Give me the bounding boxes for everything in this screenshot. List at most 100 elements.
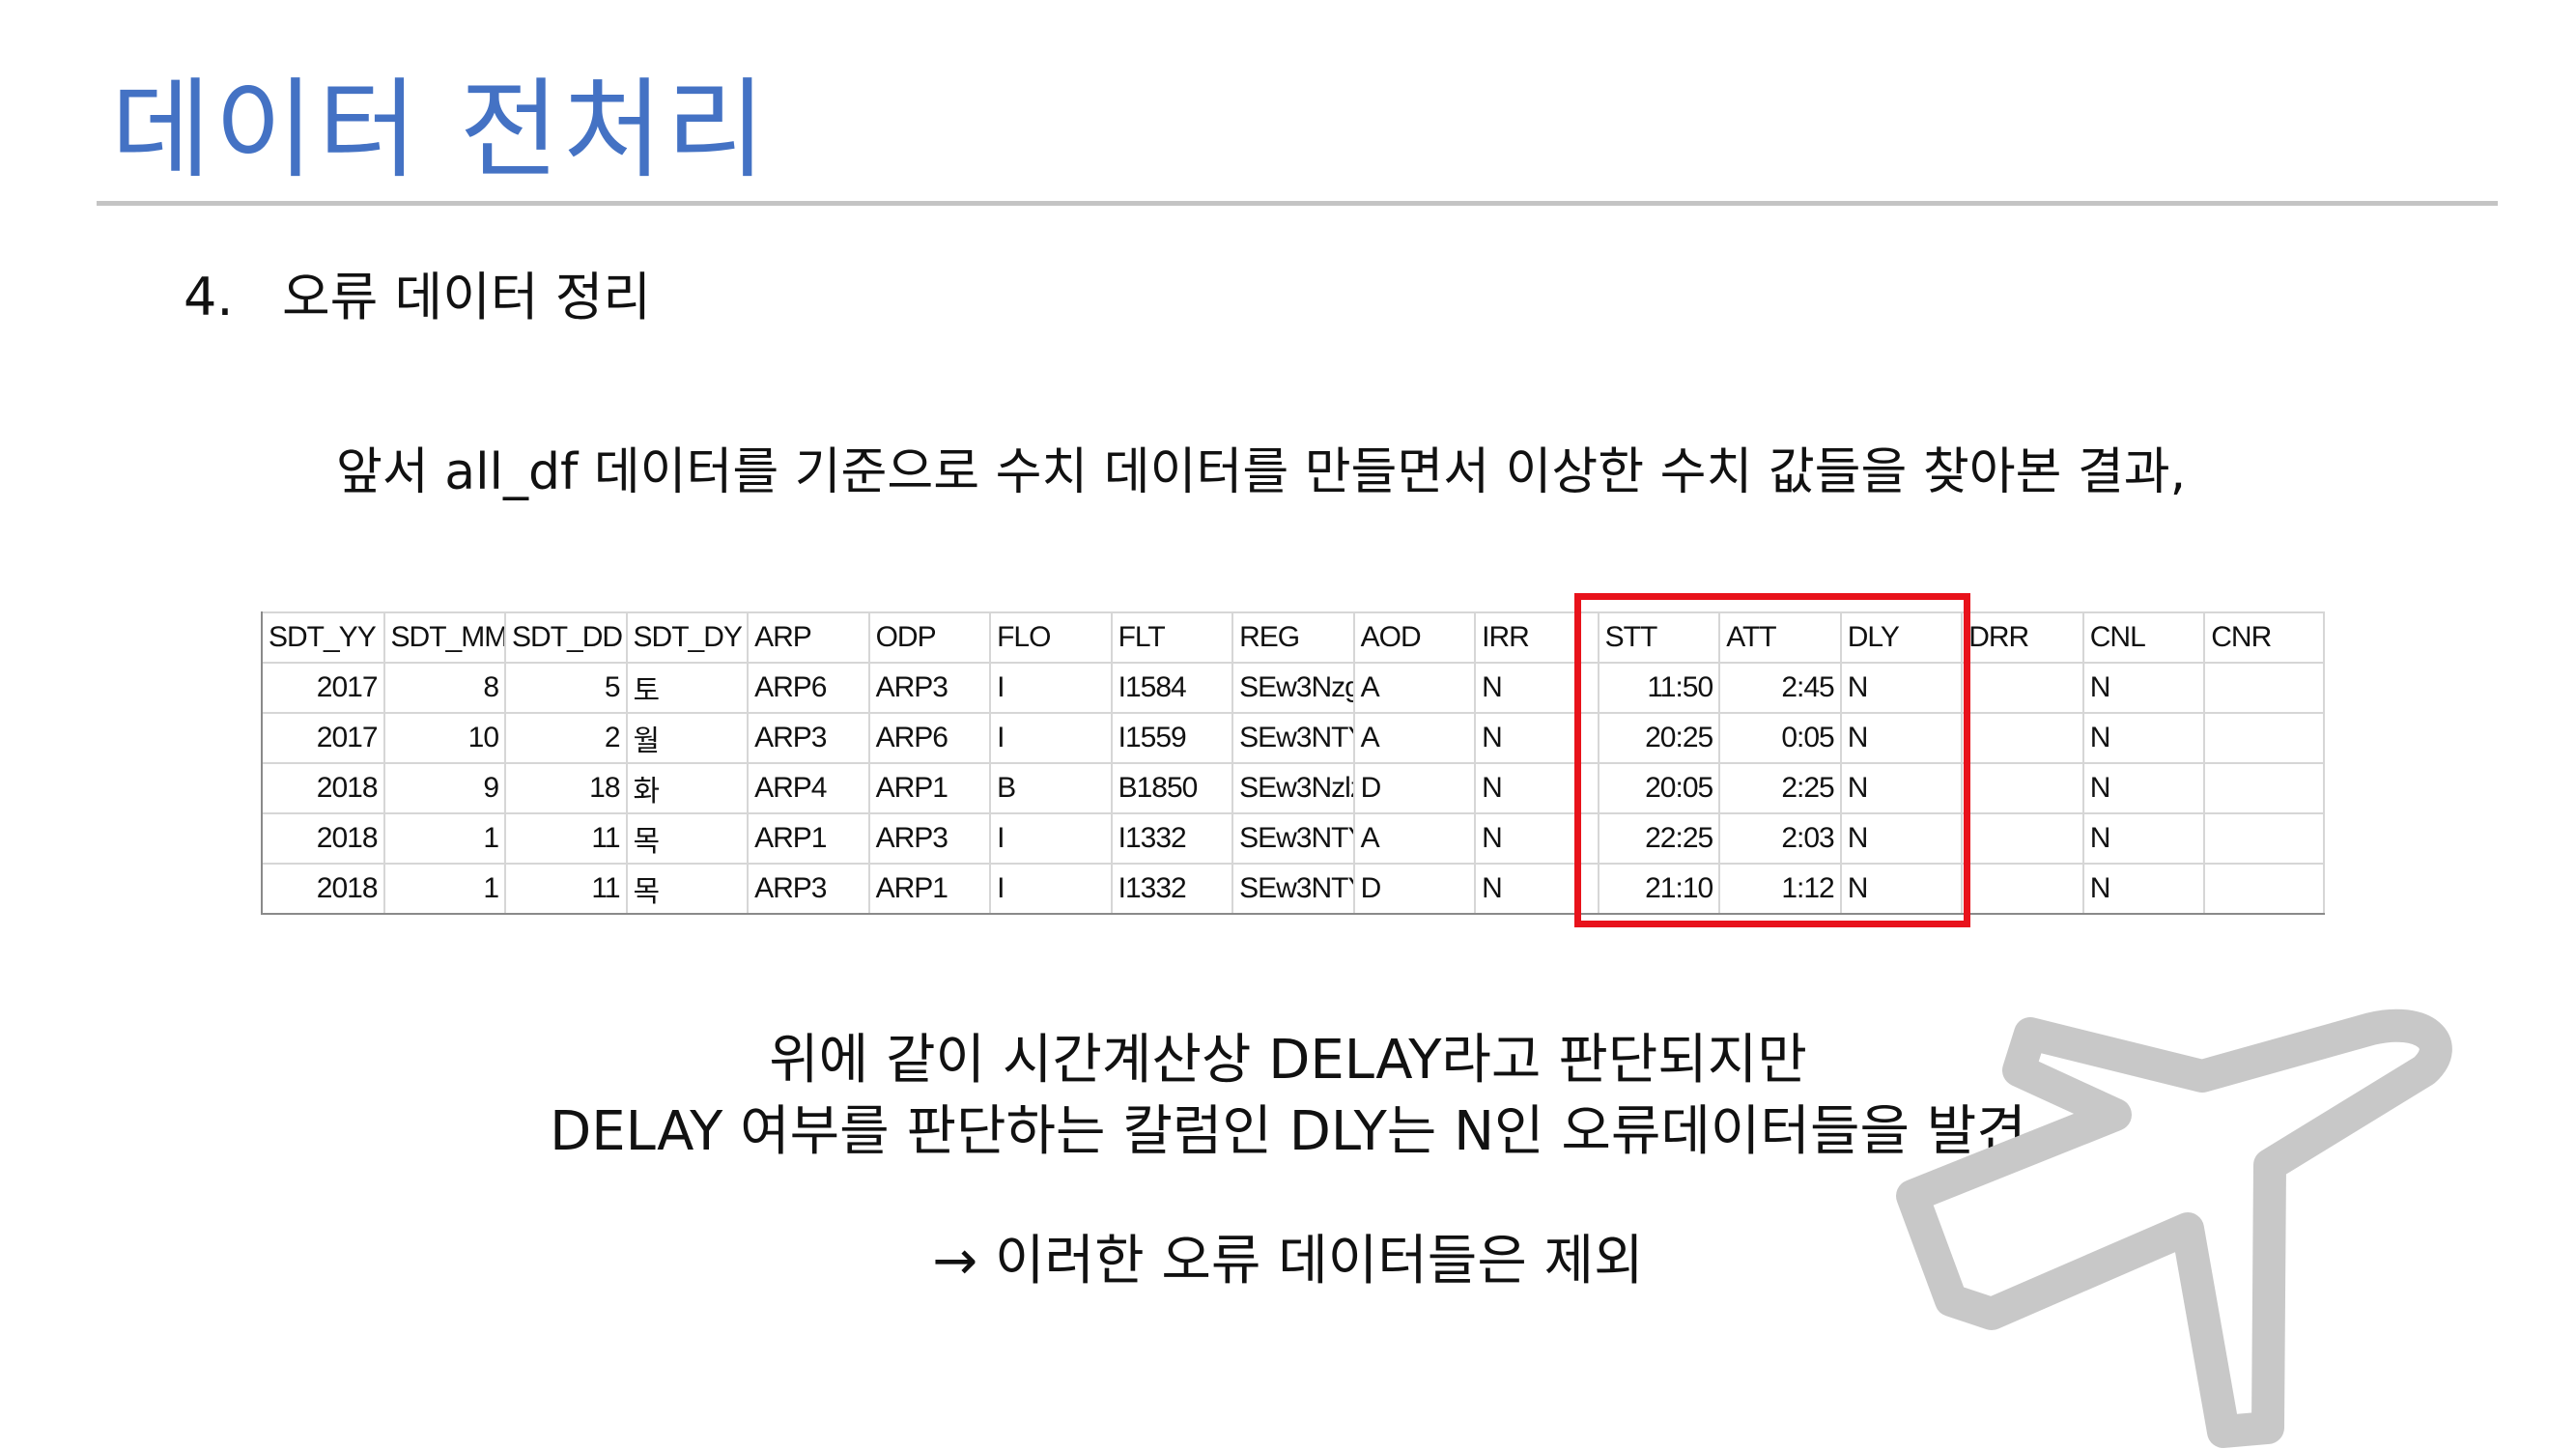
table-cell: [2204, 663, 2325, 714]
table-cell: N: [1840, 763, 1964, 814]
table-body: 201785토ARP6ARP3II1584SEw3Nzg2AN11:502:45…: [263, 663, 2325, 915]
table-cell: I1584: [1111, 663, 1234, 714]
table-cell: I: [990, 663, 1113, 714]
table-cell: 2018: [263, 763, 385, 814]
table-cell: 월: [626, 713, 750, 764]
table-cell: [1962, 864, 2084, 915]
table-cell: ARP4: [748, 763, 870, 814]
table-cell: N: [1475, 663, 1576, 714]
table-gap-cell: [1574, 663, 1599, 714]
table-cell: [1962, 663, 2084, 714]
table-gap-cell: [1574, 813, 1599, 865]
table-gap-cell: [1574, 763, 1599, 814]
column-header-flt: FLT: [1111, 611, 1234, 664]
table-gap-cell: [1574, 713, 1599, 764]
column-header-dly: DLY: [1840, 611, 1964, 664]
table-cell: N: [2082, 864, 2206, 915]
intro-text: 앞서 all_df 데이터를 기준으로 수치 데이터를 만들면서 이상한 수치 …: [336, 443, 2187, 501]
table-cell: SEw3NTYz: [1232, 713, 1355, 764]
airplane-icon: [1896, 1009, 2452, 1448]
table-cell: 22:25: [1598, 813, 1721, 865]
table-cell: I1332: [1111, 813, 1234, 865]
table-cell: A: [1353, 663, 1477, 714]
table-cell: N: [1840, 864, 1964, 915]
table-cell: 2:03: [1719, 813, 1842, 865]
table-cell: I1332: [1111, 864, 1234, 915]
column-header-stt: STT: [1598, 611, 1721, 664]
table-cell: SEw3Nzg2: [1232, 663, 1355, 714]
table-cell: 화: [626, 763, 750, 814]
table-cell: 20:05: [1598, 763, 1721, 814]
table-cell: N: [1475, 813, 1576, 865]
table-cell: ARP1: [748, 813, 870, 865]
column-header-sdt-mm: SDT_MM: [383, 611, 507, 664]
title-divider: [97, 201, 2498, 206]
data-table: SDT_YY SDT_MM SDT_DD SDT_DY ARP ODP FLO FLT REG A…: [263, 611, 2325, 915]
table-cell: ARP1: [868, 864, 992, 915]
table-cell: N: [1475, 713, 1576, 764]
column-header-irr: IRR: [1475, 611, 1576, 664]
table-cell: 2:45: [1719, 663, 1842, 714]
table-cell: 21:10: [1598, 864, 1721, 915]
table-cell: 2018: [263, 864, 385, 915]
section-label: 오류 데이터 정리: [282, 267, 652, 327]
column-header-sdt-dd: SDT_DD: [505, 611, 628, 664]
table-cell: ARP1: [868, 763, 992, 814]
table-cell: SEw3NTYx: [1232, 813, 1355, 865]
table-cell: 2017: [263, 713, 385, 764]
column-header-reg: REG: [1232, 611, 1355, 664]
column-header-arp: ARP: [748, 611, 870, 664]
table-cell: [1962, 813, 2084, 865]
table-cell: N: [2082, 763, 2206, 814]
table-header-row: SDT_YY SDT_MM SDT_DD SDT_DY ARP ODP FLO FLT REG A…: [263, 611, 2325, 664]
table-cell: 18: [505, 763, 628, 814]
table-cell: N: [1840, 813, 1964, 865]
column-header-flo: FLO: [990, 611, 1113, 664]
table-cell: 8: [383, 663, 507, 714]
table-cell: N: [2082, 813, 2206, 865]
column-header-att: ATT: [1719, 611, 1842, 664]
table-cell: N: [1475, 864, 1576, 915]
table-cell: ARP6: [868, 713, 992, 764]
table-cell: 토: [626, 663, 750, 714]
table-row: 2018111목ARP3ARP1II1332SEw3NTYxDN21:101:1…: [263, 864, 2325, 915]
table-cell: N: [2082, 713, 2206, 764]
table-cell: 11: [505, 864, 628, 915]
table-cell: I1559: [1111, 713, 1234, 764]
table-cell: [2204, 813, 2325, 865]
table-cell: A: [1353, 813, 1477, 865]
table-cell: D: [1353, 864, 1477, 915]
table-cell: 11:50: [1598, 663, 1721, 714]
table-row: 201785토ARP6ARP3II1584SEw3Nzg2AN11:502:45…: [263, 663, 2325, 714]
table-cell: 2017: [263, 663, 385, 714]
column-header-odp: ODP: [868, 611, 992, 664]
table-cell: B: [990, 763, 1113, 814]
table-cell: 1: [383, 864, 507, 915]
column-header-aod: AOD: [1353, 611, 1477, 664]
table-gap-cell: [1574, 864, 1599, 915]
table-cell: N: [1475, 763, 1576, 814]
table-row: 2017102월ARP3ARP6II1559SEw3NTYzAN20:250:0…: [263, 713, 2325, 764]
table-row: 2018 9 18 화 ARP4 ARP1 B B1850 SEw3Nzlz D N 20:05 2:2…: [263, 763, 2325, 814]
table-cell: N: [1840, 663, 1964, 714]
table-cell: SEw3Nzlz: [1232, 763, 1355, 814]
column-header-drr: DRR: [1962, 611, 2084, 664]
section-number: 4.: [184, 267, 234, 327]
table-cell: ARP3: [748, 713, 870, 764]
table-cell: 11: [505, 813, 628, 865]
table-cell: ARP6: [748, 663, 870, 714]
table-cell: ARP3: [748, 864, 870, 915]
data-table-container: SDT_YY SDT_MM SDT_DD SDT_DY ARP ODP FLO FLT REG A…: [261, 611, 2325, 915]
table-cell: 5: [505, 663, 628, 714]
column-header-sdt-yy: SDT_YY: [263, 611, 385, 664]
table-cell: A: [1353, 713, 1477, 764]
table-cell: N: [1840, 713, 1964, 764]
slide-title: 데이터 전처리: [111, 68, 770, 193]
table-cell: [2204, 763, 2325, 814]
table-cell: 0:05: [1719, 713, 1842, 764]
table-cell: [1962, 763, 2084, 814]
table-cell: [1962, 713, 2084, 764]
table-cell: 20:25: [1598, 713, 1721, 764]
table-cell: [2204, 713, 2325, 764]
table-cell: 2018: [263, 813, 385, 865]
